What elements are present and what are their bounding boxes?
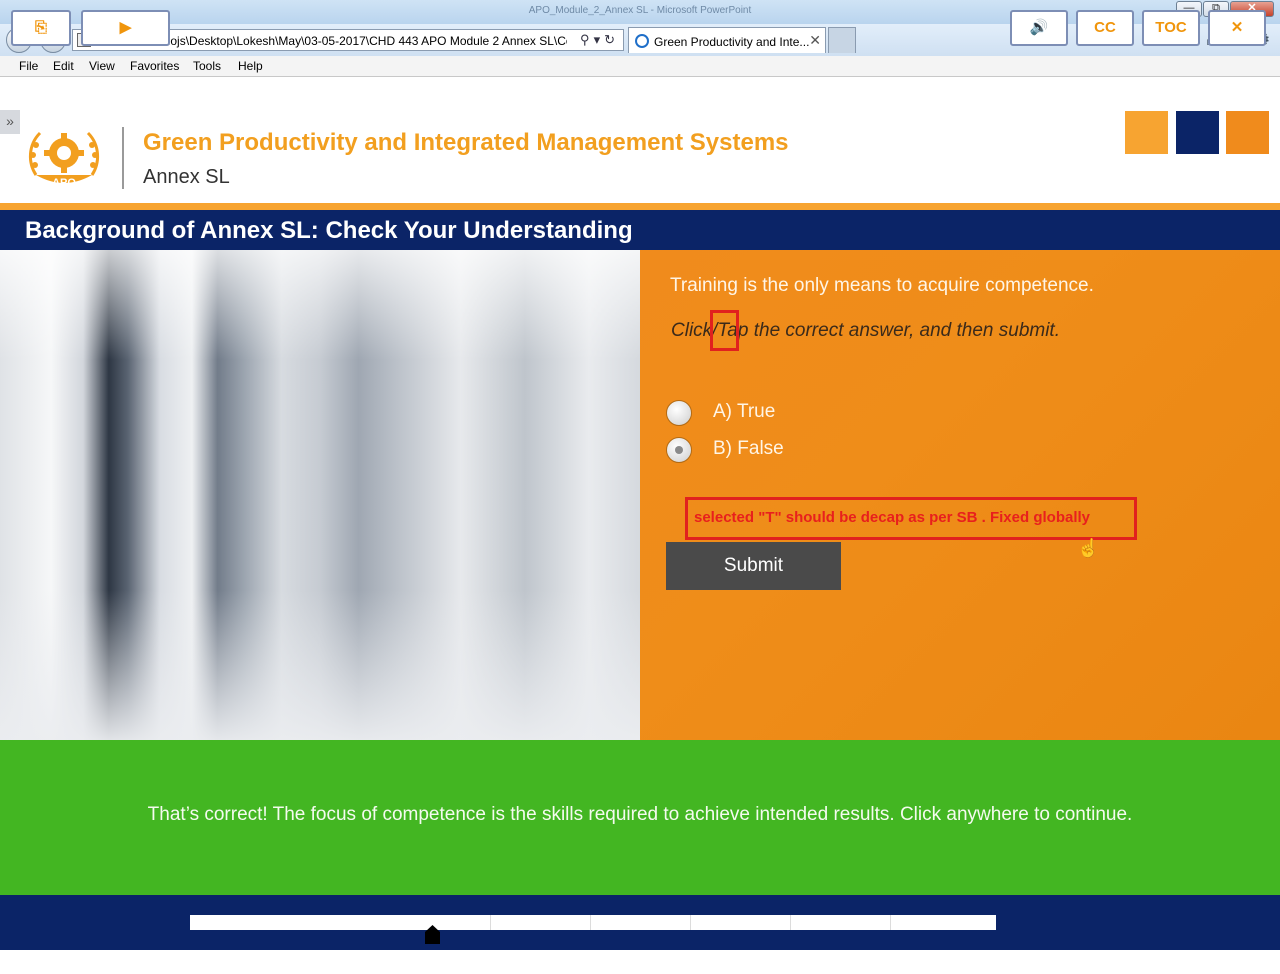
play-button[interactable]: ▶ (81, 10, 170, 46)
page-bottom (0, 950, 1280, 974)
menu-file[interactable]: File (19, 59, 38, 73)
course-title: Green Productivity and Integrated Manage… (143, 129, 789, 156)
option-a[interactable]: A) True (713, 401, 775, 423)
dropdown-icon[interactable]: ▾ (594, 32, 605, 47)
option-a-label: A) (713, 401, 732, 422)
slide-title-bar: Background of Annex SL: Check Your Under… (0, 210, 1280, 250)
option-b-radio[interactable] (666, 437, 692, 463)
search-icon[interactable]: ⚲ (580, 32, 594, 47)
course-subtitle: Annex SL (143, 166, 230, 188)
progress-track[interactable] (190, 915, 996, 930)
cc-button[interactable]: CC (1076, 10, 1134, 46)
menu-edit[interactable]: Edit (53, 59, 74, 73)
header-divider (122, 127, 124, 189)
menu-view[interactable]: View (89, 59, 115, 73)
brand-square-light-orange (1125, 111, 1168, 154)
ie-icon (635, 34, 649, 48)
browser-tab[interactable]: Green Productivity and Inte... ✕ (628, 27, 826, 53)
course-header: APO Green Productivity and Integrated Ma… (0, 77, 1280, 203)
menu-help[interactable]: Help (238, 59, 263, 73)
logo-text: APO (52, 177, 76, 189)
menu-favorites[interactable]: Favorites (130, 59, 179, 73)
question-text: Training is the only means to acquire co… (670, 275, 1094, 296)
corridor-photo (0, 250, 640, 740)
feedback-panel[interactable]: That’s correct! The focus of competence … (0, 740, 1280, 895)
apo-logo-icon: APO (29, 131, 99, 189)
brand-square-navy (1176, 111, 1219, 154)
hand-cursor-icon: ☝ (1077, 538, 1100, 558)
feedback-text: That’s correct! The focus of competence … (147, 804, 1133, 825)
close-course-button[interactable]: ✕ (1208, 10, 1266, 46)
option-b[interactable]: B) False (713, 438, 784, 460)
progress-thumb-icon[interactable] (425, 925, 440, 944)
new-tab-button[interactable] (828, 27, 856, 53)
slide-title: Background of Annex SL: Check Your Under… (25, 217, 633, 244)
review-highlight-box (710, 310, 739, 351)
review-comment: selected "T" should be decap as per SB .… (694, 509, 1090, 526)
option-b-label: B) (713, 438, 732, 459)
tab-label: Green Productivity and Inte... (654, 35, 810, 49)
option-b-text: False (737, 438, 784, 459)
audio-button[interactable]: 🔊 (1010, 10, 1068, 46)
refresh-icon[interactable]: ↻ (604, 32, 619, 47)
tab-close-icon[interactable]: ✕ (809, 32, 821, 49)
option-a-radio[interactable] (666, 400, 692, 426)
brand-square-orange (1226, 111, 1269, 154)
review-comment-box: selected "T" should be decap as per SB .… (685, 497, 1137, 540)
header-accent-strip (0, 203, 1280, 210)
option-a-text: True (736, 401, 776, 422)
submit-button[interactable]: Submit (666, 542, 841, 590)
exit-button[interactable]: ⎘ (11, 10, 71, 46)
toc-button[interactable]: TOC (1142, 10, 1200, 46)
menu-bar: File Edit View Favorites Tools Help (0, 56, 1280, 77)
sidebar-toggle-icon[interactable]: » (0, 110, 20, 134)
menu-tools[interactable]: Tools (193, 59, 221, 73)
